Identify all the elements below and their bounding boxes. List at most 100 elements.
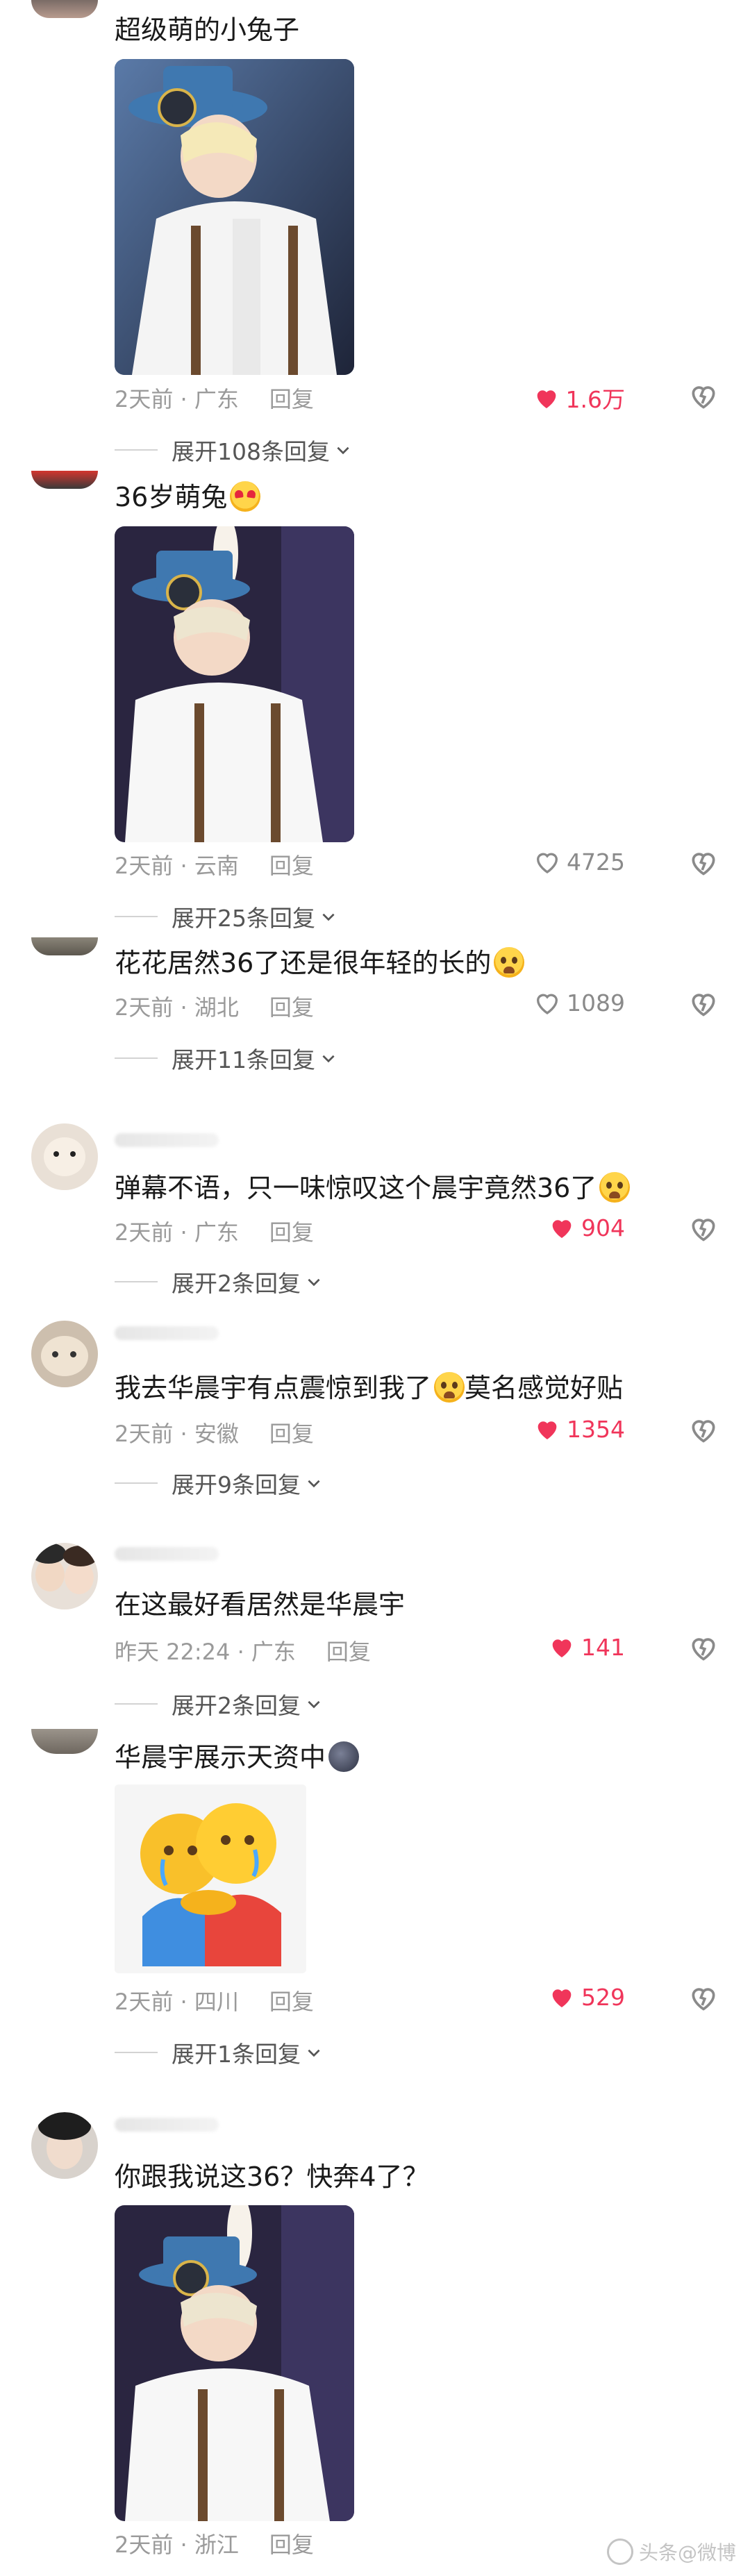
watermark-logo-icon xyxy=(606,2539,633,2565)
chevron-down-icon xyxy=(322,913,335,921)
username-blurred[interactable] xyxy=(115,1326,219,1340)
like-button[interactable]: 4725 xyxy=(533,848,625,876)
dislike-icon[interactable] xyxy=(688,1632,719,1663)
reply-button[interactable]: 回复 xyxy=(269,1219,314,1246)
comment-photo[interactable] xyxy=(115,2205,354,2521)
chevron-down-icon xyxy=(308,1278,320,1287)
crying-emoji-icon xyxy=(599,1172,631,1203)
avatar[interactable] xyxy=(31,1543,98,1609)
expand-replies[interactable]: 展开108条回复 xyxy=(115,433,352,467)
dislike-icon[interactable] xyxy=(688,1982,719,2013)
expand-replies[interactable]: 展开2条回复 xyxy=(115,1687,323,1721)
reply-button[interactable]: 回复 xyxy=(269,853,314,879)
watermark-text: 头条@微博 xyxy=(638,2541,736,2564)
heart-filled-icon xyxy=(552,1989,572,2007)
like-button[interactable]: 141 xyxy=(548,1633,625,1661)
comment-meta: 2天前 · 湖北 回复 xyxy=(115,990,314,1022)
dislike-icon[interactable] xyxy=(688,1213,719,1244)
expand-replies[interactable]: 展开1条回复 xyxy=(115,2036,323,2069)
comment-text: 你跟我说这36？快奔4了？ xyxy=(115,2155,429,2193)
like-button[interactable]: 1354 xyxy=(533,1415,625,1443)
comment-meta: 2天前 · 四川 回复 xyxy=(115,1984,314,2016)
chevron-down-icon xyxy=(322,1055,335,1063)
dark-face-emoji-icon xyxy=(328,1741,360,1772)
comment-text: 36岁萌兔 xyxy=(115,476,261,514)
heart-outline-icon xyxy=(537,853,558,873)
divider xyxy=(115,1703,158,1705)
expand-label: 展开2条回复 xyxy=(172,1692,301,1719)
comment-text-content: 36岁萌兔 xyxy=(115,482,228,512)
heart-filled-icon xyxy=(538,1421,557,1439)
comment-text: 在这最好看居然是华晨宇 xyxy=(115,1583,405,1621)
reply-button[interactable]: 回复 xyxy=(269,994,314,1021)
reply-button[interactable]: 回复 xyxy=(269,1989,314,2015)
dislike-icon[interactable] xyxy=(688,380,719,411)
avatar[interactable] xyxy=(31,0,98,18)
crying-emoji-icon xyxy=(494,947,525,978)
comment-text-content: 花花居然36了还是很年轻的长的 xyxy=(115,948,492,978)
username-blurred[interactable] xyxy=(115,2118,219,2132)
divider xyxy=(115,1482,158,1484)
portrait-image xyxy=(115,2205,354,2521)
expand-label: 展开9条回复 xyxy=(172,1471,301,1498)
like-button[interactable]: 529 xyxy=(548,1983,625,2011)
avatar[interactable] xyxy=(31,1729,98,1754)
like-count: 1089 xyxy=(567,989,625,1017)
watermark: 头条@微博 xyxy=(606,2538,736,2566)
expand-replies[interactable]: 展开25条回复 xyxy=(115,900,338,933)
hugging-crying-sticker xyxy=(140,1803,281,1966)
comment-meta: 2天前 · 云南 回复 xyxy=(115,848,314,880)
chevron-down-icon xyxy=(308,1700,320,1709)
reply-button[interactable]: 回复 xyxy=(269,1421,314,1447)
dislike-icon[interactable] xyxy=(688,1414,719,1445)
comment-text: 弹幕不语，只一味惊叹这个晨宇竟然36了 xyxy=(115,1166,631,1205)
reply-button[interactable]: 回复 xyxy=(326,1639,371,1665)
reply-button[interactable]: 回复 xyxy=(269,2532,314,2558)
avatar[interactable] xyxy=(31,1123,98,1190)
time-location: 2天前 · 浙江 xyxy=(115,2532,239,2558)
comment-text: 超级萌的小兔子 xyxy=(115,15,300,45)
time-location: 昨天 22:24 · 广东 xyxy=(115,1639,296,1665)
expand-label: 展开108条回复 xyxy=(172,438,330,465)
time-location: 2天前 · 湖北 xyxy=(115,994,239,1021)
expand-replies[interactable]: 展开11条回复 xyxy=(115,1042,338,1075)
comment-text-content: 在这最好看居然是华晨宇 xyxy=(115,1589,406,1620)
avatar[interactable] xyxy=(31,471,98,489)
like-button[interactable]: 1.6万 xyxy=(533,381,625,415)
comment-text: 华晨宇展示天资中 xyxy=(115,1736,360,1774)
comment-text-content: 我去华晨宇有点震惊到我了 xyxy=(115,1373,432,1403)
heart-eyes-emoji-icon xyxy=(230,481,261,512)
avatar[interactable] xyxy=(31,1321,98,1387)
comment-text-content: 你跟我说这36？快奔4了？ xyxy=(115,2161,429,2192)
expand-replies[interactable]: 展开2条回复 xyxy=(115,1265,323,1298)
comment-photo[interactable] xyxy=(115,526,354,842)
avatar[interactable] xyxy=(31,937,98,955)
divider xyxy=(115,449,158,451)
comment-text-content: 华晨宇展示天资中 xyxy=(115,1742,326,1773)
like-button[interactable]: 904 xyxy=(548,1214,625,1241)
time-location: 2天前 · 云南 xyxy=(115,853,239,879)
like-count: 529 xyxy=(581,1983,625,2011)
comment-text-content: 弹幕不语，只一味惊叹这个晨宇竟然36了 xyxy=(115,1173,597,1203)
dislike-icon[interactable] xyxy=(688,988,719,1019)
like-button[interactable]: 1089 xyxy=(533,989,625,1017)
username-blurred[interactable] xyxy=(115,1547,219,1561)
like-count: 141 xyxy=(581,1633,625,1661)
sticker-image[interactable] xyxy=(115,1784,306,1973)
comment-meta: 2天前 · 广东 回复 xyxy=(115,1215,314,1247)
dislike-icon[interactable] xyxy=(688,847,719,878)
reply-button[interactable]: 回复 xyxy=(269,386,314,412)
expand-replies[interactable]: 展开9条回复 xyxy=(115,1466,323,1500)
avatar[interactable] xyxy=(31,2112,98,2179)
comment-photo[interactable] xyxy=(115,59,354,375)
expand-label: 展开11条回复 xyxy=(172,1046,315,1073)
comment-text: 我去华晨宇有点震惊到我了 莫名感觉好贴 xyxy=(115,1366,623,1405)
comment-text-continued: 莫名感觉好贴 xyxy=(465,1373,624,1403)
username-blurred[interactable] xyxy=(115,1133,219,1147)
expand-label: 展开1条回复 xyxy=(172,2041,301,2068)
comment-text: 花花居然36了还是很年轻的长的 xyxy=(115,942,525,980)
divider xyxy=(115,1281,158,1282)
like-count: 4725 xyxy=(567,848,625,876)
divider xyxy=(115,916,158,917)
astonished-emoji-icon xyxy=(434,1372,465,1403)
